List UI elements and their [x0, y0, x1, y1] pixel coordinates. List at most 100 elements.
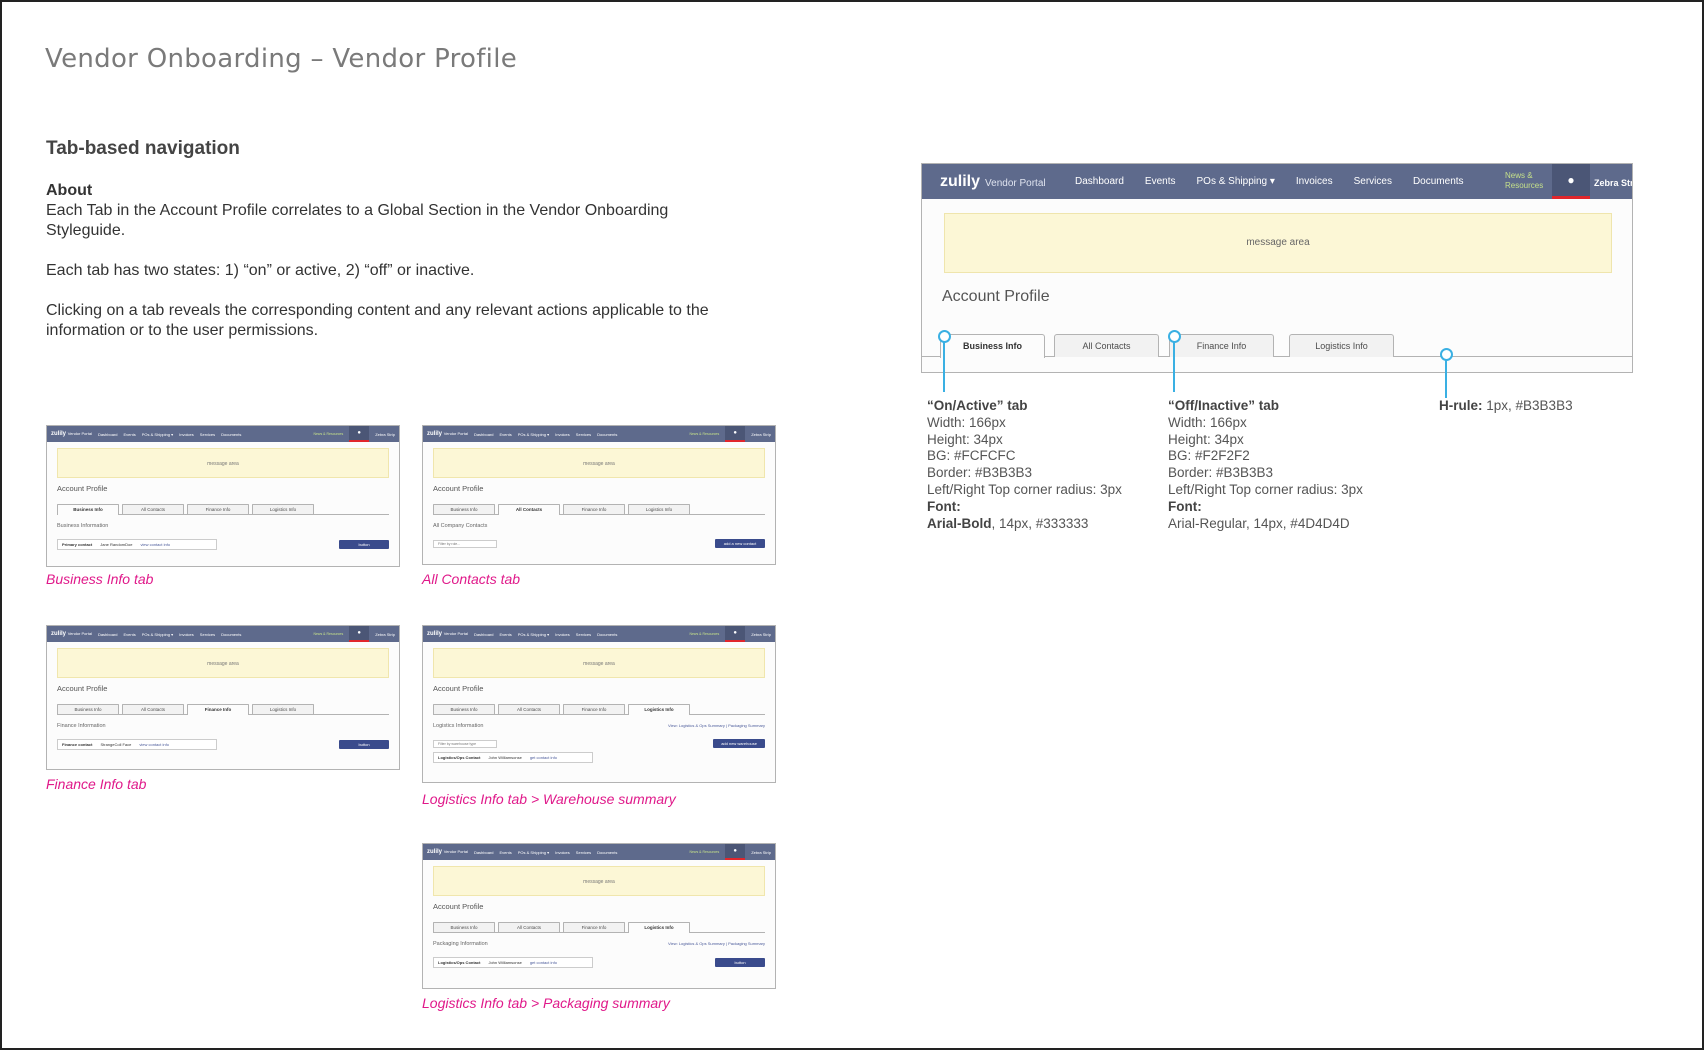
tab-finance-info[interactable]: Finance Info	[563, 922, 625, 932]
user-name[interactable]: Zebra Strip	[1594, 178, 1632, 188]
thumb-nav-pos[interactable]: POs & Shipping ▾	[518, 632, 549, 637]
thumb-nav-dashboard[interactable]: Dashboard	[474, 432, 494, 437]
thumb-nav-events[interactable]: Events	[500, 432, 512, 437]
thumb-nav-pos[interactable]: POs & Shipping ▾	[142, 632, 173, 637]
thumb-message-area: message area	[57, 448, 389, 478]
thumb-nav-documents[interactable]: Documents	[221, 632, 241, 637]
tab-finance-info[interactable]: Finance Info	[187, 704, 249, 715]
thumb-nav-news[interactable]: News & Resources	[689, 850, 719, 854]
thumb-nav-documents[interactable]: Documents	[597, 850, 617, 855]
tab-finance-info[interactable]: Finance Info	[1169, 334, 1274, 357]
thumb-nav: zulily Vendor Portal Dashboard Events PO…	[423, 844, 775, 860]
tab-logistics-info[interactable]: Logistics Info	[252, 704, 314, 714]
thumb-user-name[interactable]: Zebra Strip	[375, 632, 395, 637]
thumb-button[interactable]: button	[339, 740, 389, 749]
thumb-nav-services[interactable]: Services	[576, 632, 591, 637]
tab-finance-info[interactable]: Finance Info	[563, 704, 625, 714]
user-icon[interactable]: ●	[725, 844, 746, 860]
thumb-button[interactable]: button	[339, 540, 389, 549]
user-icon[interactable]: ●	[725, 626, 746, 642]
thumb-nav-events[interactable]: Events	[124, 432, 136, 437]
tab-logistics-info[interactable]: Logistics Info	[252, 504, 314, 514]
thumb-nav-news[interactable]: News & Resources	[313, 432, 343, 436]
thumb-nav-news[interactable]: News & Resources	[689, 632, 719, 636]
thumb-nav-dashboard[interactable]: Dashboard	[98, 632, 118, 637]
thumb-nav-dashboard[interactable]: Dashboard	[474, 850, 494, 855]
get-contact-link[interactable]: get contact info	[530, 960, 557, 965]
thumb-nav-events[interactable]: Events	[500, 850, 512, 855]
tab-business-info[interactable]: Business Info	[57, 704, 119, 714]
thumb-button[interactable]: button	[715, 958, 765, 967]
add-warehouse-button[interactable]: add new warehouse	[713, 739, 765, 748]
tab-finance-info[interactable]: Finance Info	[563, 504, 625, 514]
thumb-nav-pos[interactable]: POs & Shipping ▾	[142, 432, 173, 437]
zulily-logo[interactable]: zulily Vendor Portal	[940, 173, 1060, 191]
thumb-nav-events[interactable]: Events	[124, 632, 136, 637]
tab-logistics-info[interactable]: Logistics Info	[628, 704, 690, 715]
tab-business-info[interactable]: Business Info	[57, 504, 119, 515]
nav-dashboard[interactable]: Dashboard	[1075, 176, 1124, 187]
tab-all-contacts[interactable]: All Contacts	[498, 504, 560, 515]
nav-news-resources[interactable]: News & Resources	[1505, 171, 1549, 191]
user-icon[interactable]: ●	[1552, 164, 1590, 199]
nav-documents[interactable]: Documents	[1413, 176, 1464, 187]
nav-services[interactable]: Services	[1354, 176, 1392, 187]
filter-select[interactable]: Filter by role...	[433, 539, 497, 548]
view-contact-link[interactable]: view contact info	[139, 742, 169, 747]
tab-business-info[interactable]: Business Info	[433, 704, 495, 714]
nav-pos-shipping[interactable]: POs & Shipping ▾	[1197, 176, 1275, 187]
thumb-nav-news[interactable]: News & Resources	[689, 432, 719, 436]
view-contact-link[interactable]: view contact info	[140, 542, 170, 547]
tab-all-contacts[interactable]: All Contacts	[122, 704, 184, 714]
thumb-nav-dashboard[interactable]: Dashboard	[474, 632, 494, 637]
thumb-nav-documents[interactable]: Documents	[597, 432, 617, 437]
add-contact-button[interactable]: add a new contact	[715, 539, 765, 548]
thumb-nav-documents[interactable]: Documents	[221, 432, 241, 437]
tab-business-info[interactable]: Business Info	[940, 334, 1045, 358]
spec-font-label: Font:	[1168, 498, 1202, 514]
user-icon[interactable]: ●	[349, 626, 370, 642]
user-icon[interactable]: ●	[725, 426, 746, 442]
thumb-nav-services[interactable]: Services	[200, 432, 215, 437]
view-summary-links[interactable]: View: Logistics & Ops Summary | Packagin…	[668, 723, 765, 729]
tab-logistics-info[interactable]: Logistics Info	[1289, 334, 1394, 357]
thumb-nav-invoices[interactable]: Invoices	[179, 432, 194, 437]
thumb-nav-services[interactable]: Services	[576, 432, 591, 437]
tab-all-contacts[interactable]: All Contacts	[122, 504, 184, 514]
thumb-nav-services[interactable]: Services	[200, 632, 215, 637]
view-summary-links[interactable]: View: Logistics & Ops Summary | Packagin…	[668, 941, 765, 947]
thumb-nav-services[interactable]: Services	[576, 850, 591, 855]
thumb-nav-documents[interactable]: Documents	[597, 632, 617, 637]
user-icon[interactable]: ●	[349, 426, 370, 442]
thumb-nav-invoices[interactable]: Invoices	[555, 432, 570, 437]
tab-all-contacts[interactable]: All Contacts	[498, 922, 560, 932]
tab-all-contacts[interactable]: All Contacts	[1054, 334, 1159, 357]
tab-all-contacts[interactable]: All Contacts	[498, 704, 560, 714]
spec-line: BG: #F2F2F2	[1168, 448, 1250, 464]
thumb-nav-invoices[interactable]: Invoices	[555, 850, 570, 855]
thumb-tabs: Business Info All Contacts Finance Info …	[433, 704, 765, 715]
thumb-nav-invoices[interactable]: Invoices	[179, 632, 194, 637]
nav-invoices[interactable]: Invoices	[1296, 176, 1333, 187]
thumb-nav-invoices[interactable]: Invoices	[555, 632, 570, 637]
thumb-user-name[interactable]: Zebra Strip	[751, 432, 771, 437]
filter-select[interactable]: Filter by warehouse type	[433, 739, 497, 748]
tab-business-info[interactable]: Business Info	[433, 922, 495, 932]
thumb-user-name[interactable]: Zebra Strip	[751, 632, 771, 637]
tab-logistics-info[interactable]: Logistics Info	[628, 922, 690, 933]
spec-line: BG: #FCFCFC	[927, 448, 1016, 464]
tab-business-info[interactable]: Business Info	[433, 504, 495, 514]
thumb-user-name[interactable]: Zebra Strip	[375, 432, 395, 437]
thumb-nav-events[interactable]: Events	[500, 632, 512, 637]
thumb-nav-dashboard[interactable]: Dashboard	[98, 432, 118, 437]
tab-logistics-info[interactable]: Logistics Info	[628, 504, 690, 514]
thumb-logo: zulily Vendor Portal	[51, 631, 92, 637]
nav-events[interactable]: Events	[1145, 176, 1176, 187]
thumb-user-name[interactable]: Zebra Strip	[751, 850, 771, 855]
thumb-nav-pos[interactable]: POs & Shipping ▾	[518, 850, 549, 855]
thumb-nav-news[interactable]: News & Resources	[313, 632, 343, 636]
get-contact-link[interactable]: get contact info	[530, 755, 557, 760]
tab-finance-info[interactable]: Finance Info	[187, 504, 249, 514]
thumb-nav-pos[interactable]: POs & Shipping ▾	[518, 432, 549, 437]
spec-font-label: Font:	[927, 498, 961, 514]
